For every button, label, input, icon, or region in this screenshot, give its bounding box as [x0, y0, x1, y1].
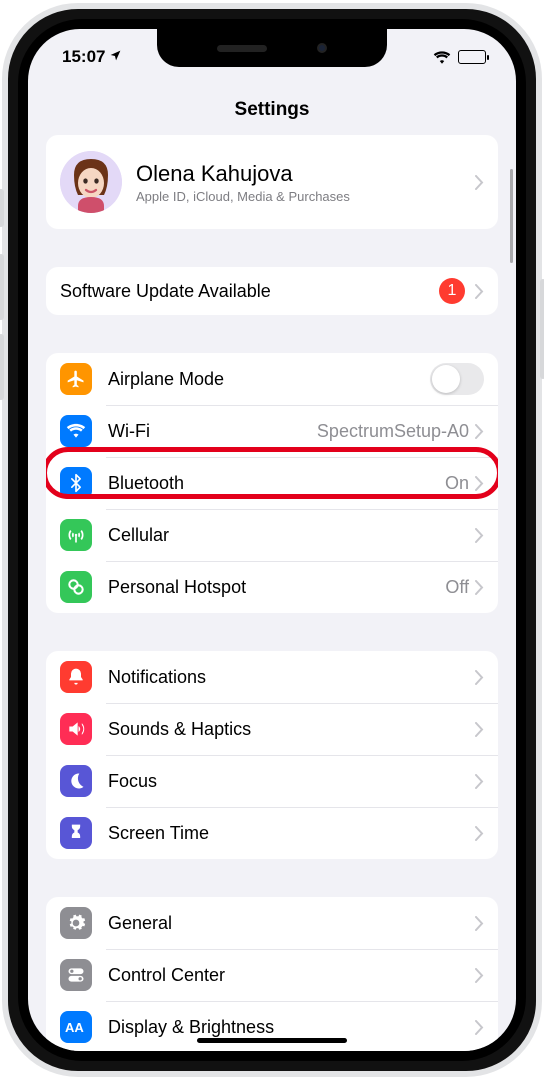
display-icon: AA: [60, 1011, 92, 1043]
status-time: 15:07: [62, 47, 105, 67]
cellular-row[interactable]: Cellular: [46, 509, 498, 561]
wifi-icon: [60, 415, 92, 447]
display-label: Display & Brightness: [108, 1017, 475, 1038]
hotspot-icon: [60, 571, 92, 603]
screen: 15:07 Settings: [28, 29, 516, 1051]
volume-up-button: [0, 254, 4, 320]
control-center-row[interactable]: Control Center: [46, 949, 498, 1001]
screentime-label: Screen Time: [108, 823, 475, 844]
airplane-toggle[interactable]: [430, 363, 484, 395]
battery-icon: [458, 50, 486, 64]
focus-icon: [60, 765, 92, 797]
notch: [157, 29, 387, 67]
chevron-right-icon: [475, 175, 484, 190]
home-indicator[interactable]: [197, 1038, 347, 1043]
scroll-indicator: [510, 169, 513, 263]
software-update-row[interactable]: Software Update Available 1: [46, 267, 498, 315]
phone-frame: 15:07 Settings: [2, 3, 542, 1077]
chevron-right-icon: [475, 580, 484, 595]
mute-switch: [0, 189, 4, 227]
earpiece: [217, 45, 267, 52]
notifications-label: Notifications: [108, 667, 475, 688]
power-button: [540, 279, 544, 379]
cellular-icon: [60, 519, 92, 551]
general-label: General: [108, 913, 475, 934]
bluetooth-row[interactable]: Bluetooth On: [46, 457, 498, 509]
apple-id-row[interactable]: Olena Kahujova Apple ID, iCloud, Media &…: [46, 135, 498, 229]
sounds-icon: [60, 713, 92, 745]
chevron-right-icon: [475, 722, 484, 737]
update-badge: 1: [439, 278, 465, 304]
software-update-label: Software Update Available: [60, 281, 439, 302]
wifi-label: Wi-Fi: [108, 421, 317, 442]
airplane-mode-row[interactable]: Airplane Mode: [46, 353, 498, 405]
page-title: Settings: [28, 75, 516, 135]
general-icon: [60, 907, 92, 939]
hotspot-row[interactable]: Personal Hotspot Off: [46, 561, 498, 613]
chevron-right-icon: [475, 774, 484, 789]
chevron-right-icon: [475, 826, 484, 841]
chevron-right-icon: [475, 670, 484, 685]
wifi-value: SpectrumSetup-A0: [317, 421, 469, 442]
control-center-icon: [60, 959, 92, 991]
profile-sub: Apple ID, iCloud, Media & Purchases: [136, 189, 475, 204]
bluetooth-label: Bluetooth: [108, 473, 445, 494]
svg-text:AA: AA: [65, 1020, 84, 1035]
bluetooth-value: On: [445, 473, 469, 494]
display-row[interactable]: AA Display & Brightness: [46, 1001, 498, 1051]
location-icon: [109, 47, 122, 67]
focus-row[interactable]: Focus: [46, 755, 498, 807]
hotspot-value: Off: [445, 577, 469, 598]
general-row[interactable]: General: [46, 897, 498, 949]
airplane-icon: [60, 363, 92, 395]
chevron-right-icon: [475, 916, 484, 931]
front-camera: [317, 43, 327, 53]
airplane-label: Airplane Mode: [108, 369, 430, 390]
screentime-row[interactable]: Screen Time: [46, 807, 498, 859]
profile-name: Olena Kahujova: [136, 161, 475, 187]
wifi-row[interactable]: Wi-Fi SpectrumSetup-A0: [46, 405, 498, 457]
control-center-label: Control Center: [108, 965, 475, 986]
hotspot-label: Personal Hotspot: [108, 577, 445, 598]
wifi-icon: [433, 50, 451, 64]
screentime-icon: [60, 817, 92, 849]
sounds-label: Sounds & Haptics: [108, 719, 475, 740]
chevron-right-icon: [475, 528, 484, 543]
chevron-right-icon: [475, 284, 484, 299]
chevron-right-icon: [475, 424, 484, 439]
chevron-right-icon: [475, 968, 484, 983]
focus-label: Focus: [108, 771, 475, 792]
notifications-icon: [60, 661, 92, 693]
notifications-row[interactable]: Notifications: [46, 651, 498, 703]
avatar: [60, 151, 122, 213]
chevron-right-icon: [475, 1020, 484, 1035]
volume-down-button: [0, 334, 4, 400]
sounds-row[interactable]: Sounds & Haptics: [46, 703, 498, 755]
chevron-right-icon: [475, 476, 484, 491]
bluetooth-icon: [60, 467, 92, 499]
cellular-label: Cellular: [108, 525, 475, 546]
